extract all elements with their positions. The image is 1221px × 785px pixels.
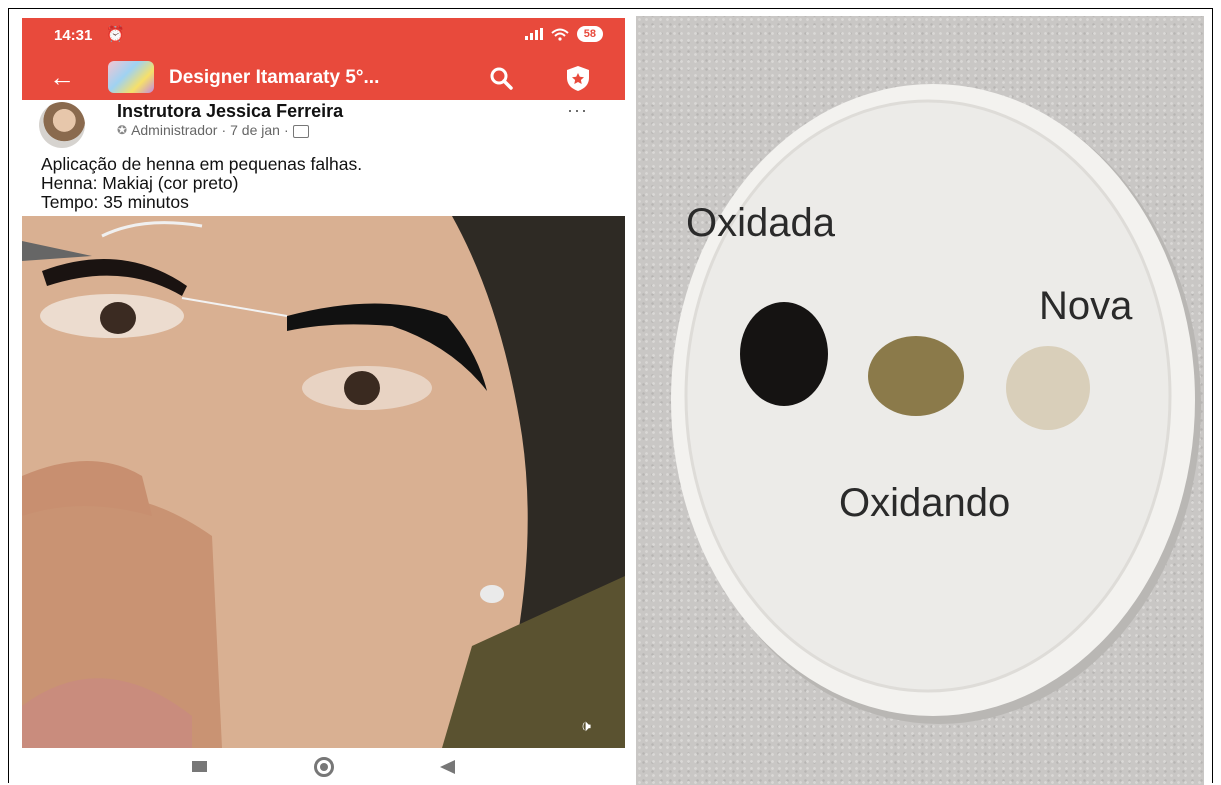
henna-plate-photo: Oxidada Nova Oxidando (636, 16, 1204, 785)
post-line: Tempo: 35 minutos (41, 192, 189, 212)
home-icon[interactable] (314, 757, 334, 777)
group-avatar[interactable] (108, 61, 154, 93)
author-name[interactable]: Instrutora Jessica Ferreira (117, 101, 343, 122)
post-date[interactable]: 7 de jan (230, 122, 280, 138)
meta-separator-2: · (283, 122, 289, 138)
label-oxidando: Oxidando (839, 481, 1011, 525)
status-bar: 14:31 ⏰ 58 (22, 18, 625, 56)
phone-screenshot: 14:31 ⏰ 58 ← Designer Itamaraty 5°... In… (22, 18, 625, 785)
admin-shield-icon[interactable] (565, 64, 591, 92)
new-henna-pile (1006, 346, 1090, 430)
nav-back-icon[interactable] (440, 760, 455, 774)
more-options-icon[interactable]: ··· (567, 100, 588, 121)
app-bar: ← Designer Itamaraty 5°... (22, 56, 625, 100)
post-header: Instrutora Jessica Ferreira ✪ Administra… (22, 100, 625, 154)
alarm-clock-icon: ⏰ (106, 26, 125, 43)
back-arrow-icon[interactable]: ← (49, 64, 75, 90)
meta-separator: · (221, 122, 227, 138)
android-nav-bar (22, 748, 625, 785)
photo-icon (292, 124, 309, 138)
signal-icon (524, 28, 543, 40)
post-video[interactable]: 🕩 (22, 216, 625, 748)
battery-indicator: 58 (576, 26, 603, 42)
group-title[interactable]: Designer Itamaraty 5°... (169, 67, 379, 89)
post-line: Henna: Makiaj (cor preto) (41, 173, 239, 193)
video-frame-art (22, 216, 625, 748)
author-role: Administrador (131, 122, 218, 138)
plate-art (671, 84, 1201, 724)
admin-badge-icon: ✪ (117, 123, 128, 137)
status-icons: 58 (524, 26, 603, 42)
author-avatar[interactable] (39, 102, 85, 148)
search-icon[interactable] (488, 65, 514, 91)
status-time: 14:31 (54, 27, 93, 44)
wifi-icon (551, 28, 569, 41)
oxidized-henna-pile (740, 302, 828, 406)
volume-icon[interactable]: 🕩 (581, 718, 591, 736)
post-text: Aplicação de henna em pequenas falhas. H… (41, 155, 611, 212)
recent-apps-icon[interactable] (192, 761, 207, 772)
label-nova: Nova (1039, 284, 1133, 328)
post-line: Aplicação de henna em pequenas falhas. (41, 154, 363, 174)
oxidizing-henna-pile (868, 336, 964, 416)
post-meta: ✪ Administrador · 7 de jan · (117, 122, 309, 138)
label-oxidada: Oxidada (686, 201, 835, 245)
